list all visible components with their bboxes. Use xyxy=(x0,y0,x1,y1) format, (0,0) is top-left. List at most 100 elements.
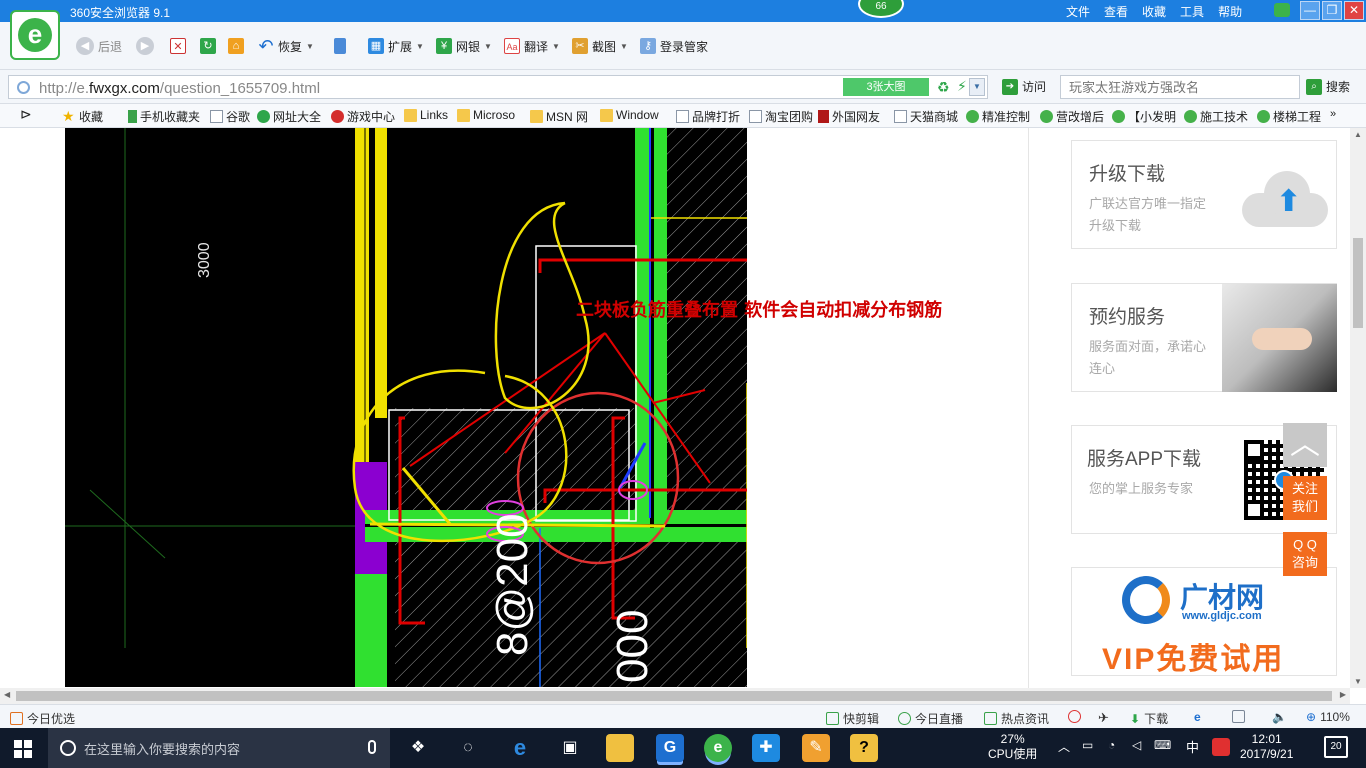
bookmark-item[interactable]: 营改增后 xyxy=(1040,108,1104,125)
back-to-top-button[interactable]: ︿ xyxy=(1283,423,1327,467)
bookmark-item[interactable]: 淘宝团购 xyxy=(749,108,813,125)
download-button[interactable]: ⬇ 下载 xyxy=(1130,710,1168,727)
bookmark-item[interactable]: 网址大全 xyxy=(257,108,321,125)
store-icon[interactable]: ▣ xyxy=(556,734,584,762)
stop-button[interactable]: ✕ xyxy=(170,36,186,56)
bookmark-item[interactable]: 【小发明 xyxy=(1112,108,1176,125)
bookmark-item[interactable]: 天猫商城 xyxy=(894,108,958,125)
search-input[interactable] xyxy=(1061,76,1299,98)
volume-icon[interactable]: 🔈 xyxy=(1272,710,1287,724)
wifi-icon[interactable]: ◔ xyxy=(1108,738,1115,753)
pin-icon[interactable]: ✈ xyxy=(1098,710,1109,726)
upgrade-download-card[interactable]: 升级下载 广联达官方唯一指定升级下载 ⬆ xyxy=(1071,140,1337,249)
menu-help[interactable]: 帮助 xyxy=(1218,3,1242,20)
bookmark-item[interactable]: Microso xyxy=(457,108,515,122)
battery-icon[interactable]: ▭ xyxy=(1082,738,1093,753)
zoom-control[interactable]: ⊕ 110% xyxy=(1306,710,1350,724)
quick-cut-button[interactable]: 快剪辑 xyxy=(826,710,879,727)
bookmark-item[interactable]: MSN 网 xyxy=(530,108,588,125)
horizontal-scrollbar[interactable]: ◀ ▶ xyxy=(0,688,1350,704)
skin-icon[interactable] xyxy=(1274,3,1290,17)
file-explorer-icon[interactable] xyxy=(606,734,634,762)
home-button[interactable]: ⌂ xyxy=(228,36,244,56)
keyboard-icon[interactable]: ⌨ xyxy=(1154,738,1171,753)
extend-button[interactable]: ▦ 扩展 ▼ xyxy=(368,36,424,56)
chevron-up-icon[interactable]: ︿ xyxy=(1058,740,1070,755)
bookmark-item[interactable]: 谷歌 xyxy=(210,108,250,125)
plus-app-icon[interactable]: ✚ xyxy=(752,734,780,762)
search-field[interactable] xyxy=(1060,75,1300,99)
minimize-button[interactable]: — xyxy=(1300,1,1320,20)
bookmark-item[interactable]: 品牌打折 xyxy=(676,108,740,125)
scroll-right-icon[interactable]: ▶ xyxy=(1340,690,1346,699)
edge-browser-icon[interactable]: e xyxy=(506,734,534,762)
glodon-app-icon[interactable]: G xyxy=(656,734,684,762)
bookmark-item[interactable]: Links xyxy=(404,108,448,122)
menu-tools[interactable]: 工具 xyxy=(1180,3,1204,20)
scroll-down-icon[interactable]: ▼ xyxy=(1354,677,1362,686)
windows-start-icon[interactable] xyxy=(14,740,32,758)
scrollbar-thumb[interactable] xyxy=(1353,238,1363,328)
scroll-up-icon[interactable]: ▲ xyxy=(1354,130,1362,139)
menu-file[interactable]: 文件 xyxy=(1066,3,1090,20)
volume-icon[interactable]: ◁ xyxy=(1132,738,1141,753)
visit-button[interactable]: ➔ 访问 xyxy=(1002,78,1046,95)
hot-news-button[interactable]: 热点资讯 xyxy=(984,710,1049,727)
booking-service-card[interactable]: 预约服务 服务面对面，承诺心连心 xyxy=(1071,283,1337,392)
notepad-icon[interactable]: ✎ xyxy=(802,734,830,762)
more-bookmarks-icon[interactable]: » xyxy=(1330,108,1336,120)
forward-button[interactable]: ▶ xyxy=(136,36,154,56)
vertical-scrollbar[interactable]: ▲ ▼ xyxy=(1350,128,1366,688)
swirl-app-icon[interactable]: ◌ xyxy=(454,734,482,762)
maximize-button[interactable]: ❐ xyxy=(1322,1,1342,20)
bookmark-item[interactable]: 楼梯工程 xyxy=(1257,108,1321,125)
today-live-button[interactable]: 今日直播 xyxy=(898,710,963,727)
menu-favorites[interactable]: 收藏 xyxy=(1142,3,1166,20)
bookmark-item[interactable]: 外国网友 xyxy=(818,108,880,125)
follow-us-button[interactable]: 关注 我们 xyxy=(1283,476,1327,520)
bookmark-item[interactable]: 精准控制 xyxy=(966,108,1030,125)
bookmark-item[interactable]: 游戏中心 xyxy=(331,108,395,125)
bookmark-item[interactable]: 施工技术 xyxy=(1184,108,1248,125)
qq-consult-button[interactable]: Q Q 咨询 xyxy=(1283,532,1327,576)
sidebar-toggle-icon[interactable]: ⊳ xyxy=(20,106,32,123)
security-shield-button[interactable] xyxy=(1068,710,1081,723)
screenshot-button[interactable]: ✂ 截图 ▼ xyxy=(572,36,628,56)
mobile-button[interactable] xyxy=(334,36,346,56)
ie-icon[interactable]: e xyxy=(1194,710,1201,724)
scrollbar-thumb[interactable] xyxy=(16,691,1332,701)
restore-button[interactable]: ↶ 恢复 ▼ xyxy=(258,36,313,56)
microphone-icon[interactable] xyxy=(368,740,376,754)
bookmark-item[interactable]: ★ 收藏 xyxy=(62,108,103,125)
bookmark-item[interactable]: 手机收藏夹 xyxy=(128,108,200,125)
refresh-button[interactable]: ↻ xyxy=(200,36,216,56)
sogou-icon[interactable] xyxy=(1212,738,1230,756)
notification-badge[interactable]: 66 xyxy=(858,0,904,18)
help-icon[interactable]: ? xyxy=(850,734,878,762)
menu-view[interactable]: 查看 xyxy=(1104,3,1128,20)
task-view-icon[interactable]: ❖ xyxy=(404,734,432,762)
bank-button[interactable]: ¥ 网银 ▼ xyxy=(436,36,492,56)
notification-center-icon[interactable]: 20 xyxy=(1324,736,1348,758)
lightning-icon[interactable]: ⚡ xyxy=(957,78,967,95)
back-button[interactable]: ◀ 后退 xyxy=(76,36,122,56)
ime-indicator[interactable]: 中 xyxy=(1186,740,1199,755)
360-browser-icon[interactable]: e xyxy=(704,734,732,762)
translate-button[interactable]: Aa 翻译 ▼ xyxy=(504,36,560,56)
cpu-monitor[interactable]: 27% CPU使用 xyxy=(988,732,1037,762)
url-text[interactable]: http://e.fwxgx.com/question_1655709.html xyxy=(39,80,320,97)
url-field[interactable]: http://e.fwxgx.com/question_1655709.html… xyxy=(8,75,988,99)
login-manager-button[interactable]: ⚷ 登录管家 xyxy=(640,36,708,56)
search-button[interactable]: ⌕ 搜索 xyxy=(1306,78,1350,95)
big-images-button[interactable]: 3张大图 xyxy=(843,78,929,96)
close-button[interactable]: ✕ xyxy=(1344,1,1364,20)
site-info-icon[interactable] xyxy=(17,81,30,94)
recycle-icon[interactable]: ♻ xyxy=(937,79,950,96)
scroll-left-icon[interactable]: ◀ xyxy=(4,690,10,699)
gldjc-ad-banner[interactable]: 广材网 www.gldjc.com VIP免费试用 xyxy=(1071,567,1337,676)
window-icon[interactable] xyxy=(1232,710,1245,723)
clock[interactable]: 12:01 2017/9/21 xyxy=(1240,732,1293,762)
taskbar-search[interactable]: 在这里输入你要搜索的内容 xyxy=(48,728,390,768)
url-dropdown-icon[interactable]: ▼ xyxy=(969,78,985,96)
bookmark-item[interactable]: Window xyxy=(600,108,659,122)
